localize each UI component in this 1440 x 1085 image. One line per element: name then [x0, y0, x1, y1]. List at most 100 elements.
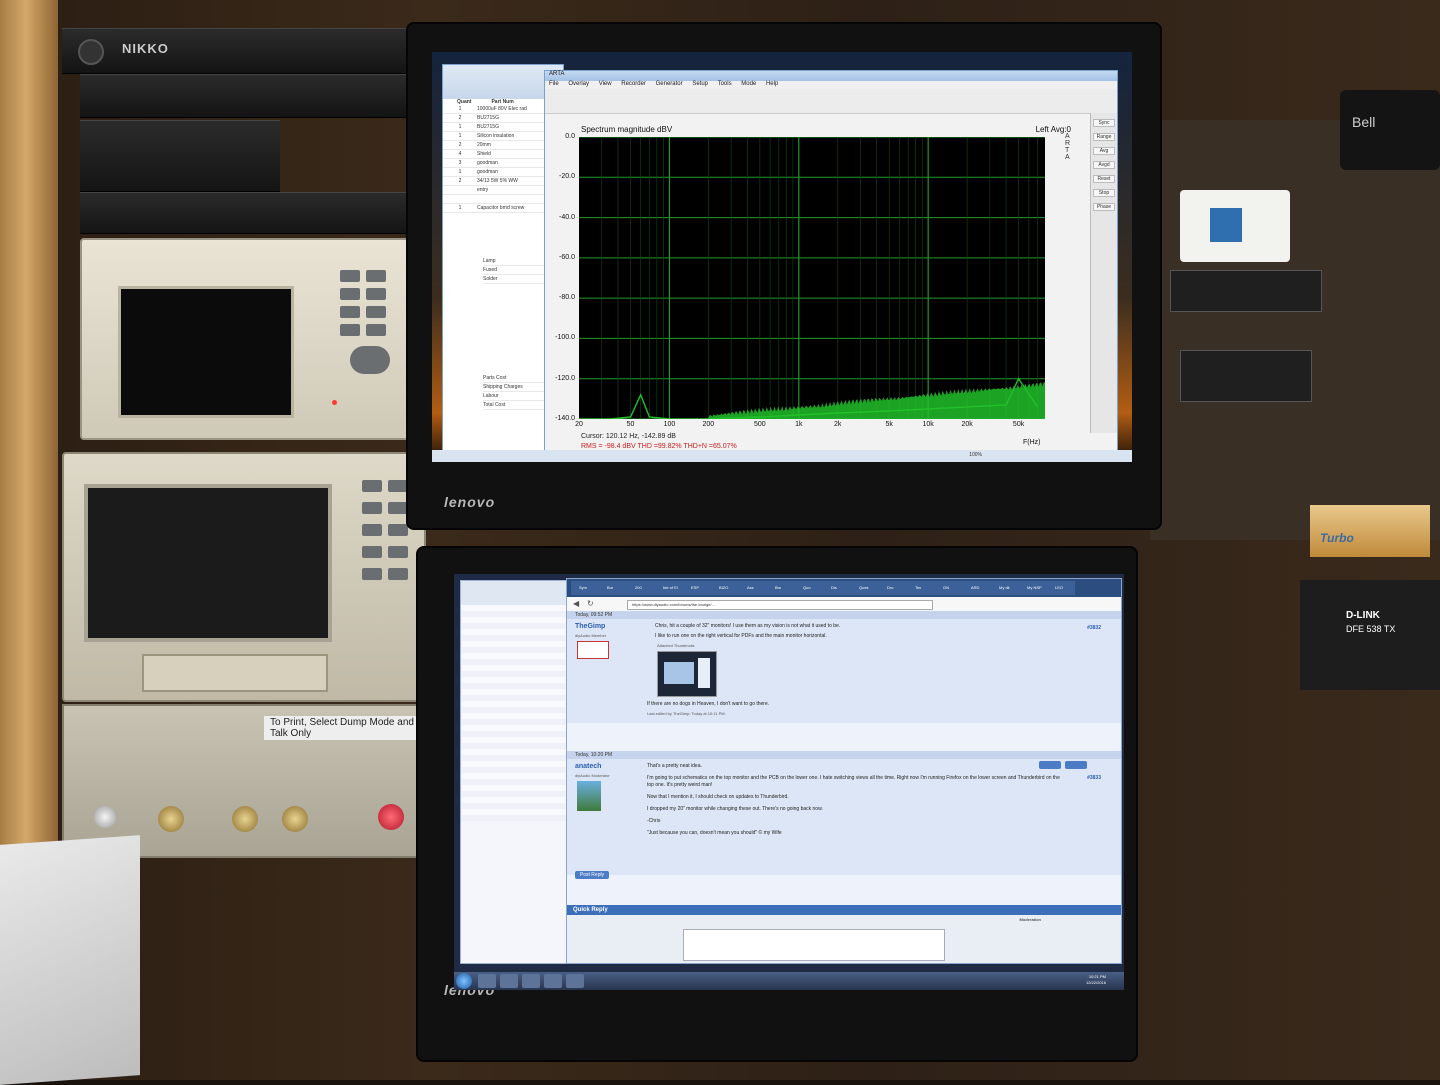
- arta-side-button[interactable]: Stop: [1093, 189, 1115, 197]
- router-box: [1180, 190, 1290, 262]
- menu-help[interactable]: Help: [766, 81, 778, 87]
- patch-panel: [1170, 270, 1322, 312]
- browser-tab[interactable]: Ide of El: [655, 581, 683, 595]
- moderation-label: Moderation: [1019, 917, 1041, 922]
- arta-side-button[interactable]: Sync: [1093, 119, 1115, 127]
- browser-tab[interactable]: Ques: [851, 581, 879, 595]
- post-number[interactable]: #3832: [1087, 625, 1101, 631]
- menu-view[interactable]: View: [599, 81, 612, 87]
- address-bar[interactable]: https://www.diyaudio.com/forums/the-loun…: [627, 600, 933, 610]
- part-cell: goodman: [477, 169, 498, 175]
- reload-icon[interactable]: ↻: [587, 599, 594, 608]
- part-cell: BU2715G: [477, 115, 499, 121]
- attachment-thumbnail[interactable]: [657, 651, 717, 697]
- arta-window[interactable]: ARTA File Overlay View Recorder Generato…: [544, 70, 1118, 454]
- taskbar-app-icon[interactable]: [566, 974, 584, 988]
- mail-client-window[interactable]: [460, 580, 582, 964]
- menu-recorder[interactable]: Recorder: [621, 81, 646, 87]
- rack-tuner: [80, 74, 412, 118]
- browser-tab[interactable]: Bru: [767, 581, 795, 595]
- browser-window[interactable]: Sym Bur 200 Ide of El ESP BIZO Ass Bru Quo Dis Que…: [566, 578, 1122, 964]
- browser-tab[interactable]: LEO: [1047, 581, 1075, 595]
- browser-tab[interactable]: Ass: [739, 581, 767, 595]
- menu-overlay[interactable]: Overlay: [568, 81, 589, 87]
- browser-tab[interactable]: Dro: [879, 581, 907, 595]
- post-number[interactable]: #3833: [1087, 775, 1101, 781]
- arta-toolbar[interactable]: [545, 89, 1117, 114]
- post-paragraph: -Chris: [647, 818, 661, 824]
- part-cell: Capacitor brnd screw: [477, 205, 525, 211]
- arta-side-button[interactable]: Reset: [1093, 175, 1115, 183]
- start-button[interactable]: [456, 973, 472, 989]
- spectrum-plot[interactable]: [579, 137, 1045, 419]
- back-icon[interactable]: ◀: [573, 599, 579, 608]
- taskbar-mail-icon[interactable]: [522, 974, 540, 988]
- arta-side-button[interactable]: Avgd: [1093, 161, 1115, 169]
- taskbar-firefox-icon[interactable]: [478, 974, 496, 988]
- browser-tab[interactable]: My dil: [991, 581, 1019, 595]
- print-instruction-label: To Print, Select Dump Mode and Talk Only: [264, 716, 434, 740]
- browser-tab[interactable]: Dis: [823, 581, 851, 595]
- bell-modem: Bell: [1340, 90, 1440, 170]
- post-paragraph: Now that I mention it, I should check on…: [647, 794, 789, 800]
- quantity-cell: 1: [458, 133, 462, 139]
- menu-file[interactable]: File: [549, 81, 559, 87]
- measurement-readout: RMS = -98.4 dBV THD =99.82% THD+N =65.07…: [581, 443, 737, 450]
- mail-toolbar[interactable]: [461, 581, 581, 605]
- part-cell: Silicon insulation: [477, 133, 515, 139]
- part-cell: 10000uF 80V Elec rad: [477, 106, 527, 112]
- taskbar-clock[interactable]: 10:21 PM 12/22/2016: [1086, 974, 1106, 986]
- browser-tab[interactable]: ESP: [683, 581, 711, 595]
- network-rack: [1150, 120, 1440, 540]
- clock-date: 12/22/2016: [1085, 980, 1106, 985]
- x-tick-label: 500: [754, 421, 766, 428]
- post-username[interactable]: TheGimp: [575, 623, 605, 630]
- post-body: That's a pretty neat idea. I'm going to …: [647, 763, 1067, 837]
- menu-generator[interactable]: Generator: [656, 81, 683, 87]
- x-tick-label: 1k: [795, 421, 803, 428]
- menu-mode[interactable]: Mode: [741, 81, 756, 87]
- mail-folder-item[interactable]: [461, 815, 581, 821]
- browser-navbar: ◀ ↻ https://www.diyaudio.com/forums/the-…: [567, 597, 1121, 612]
- top-statusbar: 100%: [432, 450, 1132, 462]
- bnc-connector: [232, 806, 258, 832]
- browser-tab[interactable]: Quo: [795, 581, 823, 595]
- arta-side-button[interactable]: Range: [1093, 133, 1115, 141]
- quantity-cell: 2: [458, 115, 462, 121]
- quick-reply-editor[interactable]: [683, 929, 945, 961]
- browser-tab[interactable]: BIZO: [711, 581, 739, 595]
- hp-analyzer-top: [80, 238, 434, 440]
- arta-side-button[interactable]: Phase: [1093, 203, 1115, 211]
- quantity-cell: 1: [458, 106, 462, 112]
- arta-side-button[interactable]: Avg: [1093, 147, 1115, 155]
- taskbar-folder-icon[interactable]: [500, 974, 518, 988]
- panel-knob: [94, 806, 116, 828]
- menu-setup[interactable]: Setup: [692, 81, 708, 87]
- bell-logo-text: Bell: [1352, 114, 1376, 130]
- browser-tab[interactable]: ARD: [963, 581, 991, 595]
- y-tick-label: 0.0: [565, 133, 575, 140]
- post-username[interactable]: anatech: [575, 763, 601, 770]
- power-knob: [78, 39, 104, 65]
- browser-tab[interactable]: 200: [627, 581, 655, 595]
- browser-tab[interactable]: GN: [935, 581, 963, 595]
- zoom-level: 100%: [969, 452, 982, 458]
- x-tick-label: 50: [626, 421, 635, 428]
- forum-post: Today, 10:20 PM anatech diyAudio Moderat…: [567, 751, 1121, 875]
- product-box: Turbo: [1310, 505, 1430, 557]
- quote-button[interactable]: [1065, 761, 1087, 769]
- browser-tab[interactable]: My NSP: [1019, 581, 1047, 595]
- arta-vertical-label: ARTA: [1065, 133, 1071, 161]
- browser-tab[interactable]: Bur: [599, 581, 627, 595]
- menu-tools[interactable]: Tools: [718, 81, 732, 87]
- browser-tab[interactable]: Tec: [907, 581, 935, 595]
- y-tick-label: -20.0: [559, 173, 575, 181]
- power-led: [332, 400, 337, 405]
- rack-brand-label: NIKKO: [122, 41, 169, 56]
- arta-titlebar[interactable]: ARTA: [545, 71, 1117, 81]
- taskbar-app-icon[interactable]: [544, 974, 562, 988]
- post-user-role: diyAudio Moderator: [575, 773, 610, 778]
- post-reply-button[interactable]: Post Reply: [575, 871, 609, 879]
- browser-tab[interactable]: Sym: [571, 581, 599, 595]
- x-tick-label: 100: [663, 421, 676, 428]
